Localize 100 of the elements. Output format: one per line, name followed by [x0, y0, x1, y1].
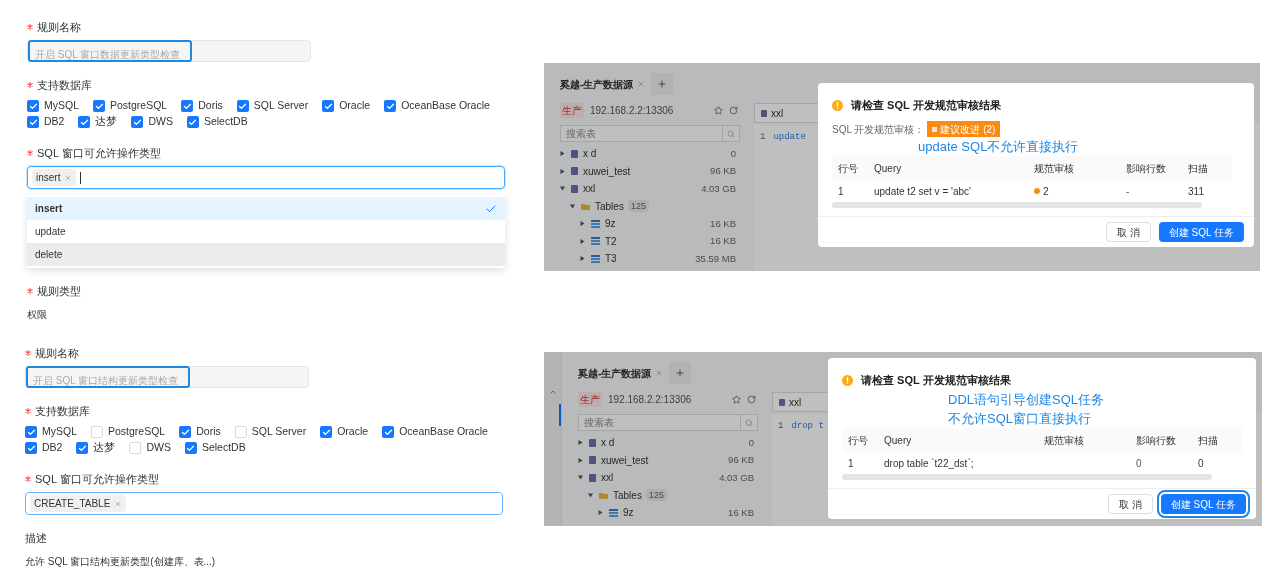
table-cell-text: 311: [1187, 184, 1205, 199]
connection-tab[interactable]: 奚越-生产数据源: [560, 76, 646, 92]
scrollbar[interactable]: [832, 202, 1202, 208]
table-cell-text: 0: [1197, 456, 1205, 471]
checkbox[interactable]: [236, 100, 249, 112]
item-size: 96 KB: [728, 453, 754, 468]
tree-item[interactable]: 9z 16 KB: [572, 504, 762, 522]
star-icon[interactable]: [714, 105, 723, 115]
add-tab-button[interactable]: [651, 73, 674, 95]
plus-icon: [675, 368, 686, 378]
item-size: 96 KB: [710, 164, 736, 179]
caret-icon: [560, 168, 565, 174]
tree-item[interactable]: xuwei_test 96 KB: [554, 162, 744, 180]
caret-icon: [578, 440, 583, 446]
checkbox-label: Doris: [196, 424, 221, 440]
checkbox[interactable]: [76, 442, 89, 454]
connection-tab[interactable]: 奚越-生产数据源: [578, 365, 664, 381]
alert-icon: [1034, 188, 1040, 194]
checkbox[interactable]: [78, 116, 91, 128]
warning-icon: [842, 374, 853, 386]
checkbox[interactable]: [129, 442, 142, 454]
star-icon[interactable]: [732, 394, 741, 404]
caret-icon: [580, 221, 585, 227]
refresh-icon[interactable]: [747, 394, 756, 404]
table-cell-text: 1: [847, 456, 855, 471]
caret-icon: [560, 186, 565, 192]
checkbox[interactable]: [27, 116, 39, 128]
table-cell-text: -: [1125, 184, 1131, 199]
tree-item[interactable]: Tables 125: [572, 486, 762, 504]
refresh-icon[interactable]: [729, 105, 738, 115]
tree-item-name: Tables: [613, 488, 642, 503]
database-icon: [761, 109, 767, 117]
checkbox[interactable]: [91, 426, 103, 438]
audit-label: SQL 开发规范审核：: [832, 122, 925, 137]
text-cursor: [80, 171, 82, 184]
table-cell-text: update t2 set v = 'abc': [873, 184, 972, 199]
column-header: 影响行数: [1135, 433, 1177, 448]
tree-item-name: T3: [605, 252, 617, 267]
checkbox-label: DB2: [42, 440, 63, 456]
cancel-button[interactable]: 取 消: [1106, 222, 1151, 242]
column-header: 影响行数: [1125, 161, 1167, 176]
caret-icon: [570, 203, 575, 209]
dropdown-option[interactable]: delete: [27, 243, 505, 266]
caret-icon: [598, 510, 603, 516]
operation-type-select[interactable]: insert: [27, 166, 505, 189]
tree-item[interactable]: x d 0: [554, 145, 744, 163]
search-icon: [745, 418, 753, 427]
folder-icon: [581, 202, 590, 210]
tree-item-name: 9z: [605, 217, 616, 232]
checkbox[interactable]: [322, 100, 335, 112]
checkbox[interactable]: [184, 442, 197, 454]
caret-icon: [588, 492, 593, 498]
checkbox-label: DWS: [148, 114, 173, 130]
checkbox-label: SelectDB: [203, 114, 248, 130]
checkbox-label: MySQL: [42, 424, 77, 440]
checkbox[interactable]: [382, 426, 395, 438]
tree-item[interactable]: xuwei_test 96 KB: [572, 451, 762, 469]
tree-item[interactable]: x d 0: [572, 434, 762, 452]
tree-item[interactable]: xxl 4.03 GB: [572, 469, 762, 487]
host-address: 192.168.2.2:13306: [608, 392, 692, 407]
tree-item[interactable]: T2 16 KB: [554, 232, 744, 250]
checkbox-label: Oracle: [339, 98, 371, 114]
folder-icon: [599, 491, 608, 499]
checkbox[interactable]: [320, 426, 333, 438]
checkbox-label: DB2: [44, 114, 65, 130]
create-task-button[interactable]: 创建 SQL 任务: [1158, 222, 1244, 242]
operation-type-select[interactable]: CREATE_TABLE: [25, 492, 503, 515]
dropdown-option[interactable]: insert: [27, 197, 505, 220]
checkbox[interactable]: [25, 442, 37, 454]
checkbox[interactable]: [186, 116, 199, 128]
checkbox-label: 达梦: [95, 114, 118, 130]
field-label: SQL 窗口可允许操作类型: [37, 146, 161, 161]
checkbox[interactable]: [131, 116, 144, 128]
checkbox[interactable]: [93, 100, 105, 112]
checkbox-label: SQL Server: [253, 98, 309, 114]
column-header: 规范审核: [1043, 433, 1085, 448]
checkbox[interactable]: [27, 100, 39, 112]
checkbox[interactable]: [384, 100, 397, 112]
collapse-icon[interactable]: [548, 388, 557, 396]
cancel-button[interactable]: 取 消: [1108, 494, 1153, 514]
dialog-title: 请检查 SQL 开发规范审核结果: [851, 98, 1001, 113]
checkbox[interactable]: [179, 426, 192, 438]
tree-item-name: xxl: [601, 471, 614, 486]
tree-item[interactable]: Tables 125: [554, 197, 744, 215]
checkbox[interactable]: [25, 426, 37, 438]
tree-item[interactable]: xxl 4.03 GB: [554, 180, 744, 198]
dropdown-option[interactable]: update: [27, 220, 505, 243]
code-line: update: [773, 131, 806, 144]
add-tab-button[interactable]: [669, 362, 692, 384]
tag-label: insert: [36, 171, 61, 185]
checkbox[interactable]: [181, 100, 194, 112]
field-label: 支持数据库: [35, 404, 90, 419]
checkbox[interactable]: [234, 426, 247, 438]
annotation-text: DDL语句引导创建SQL任务: [948, 391, 1106, 409]
table-icon: [591, 237, 600, 246]
tree-item[interactable]: 9z 16 KB: [554, 215, 744, 233]
dialog-title: 请检查 SQL 开发规范审核结果: [861, 373, 1011, 388]
scrollbar[interactable]: [842, 474, 1212, 480]
table-cell-text: drop table `t22_dst`;: [883, 456, 975, 471]
tree-item[interactable]: T3 35.59 MB: [554, 250, 744, 268]
